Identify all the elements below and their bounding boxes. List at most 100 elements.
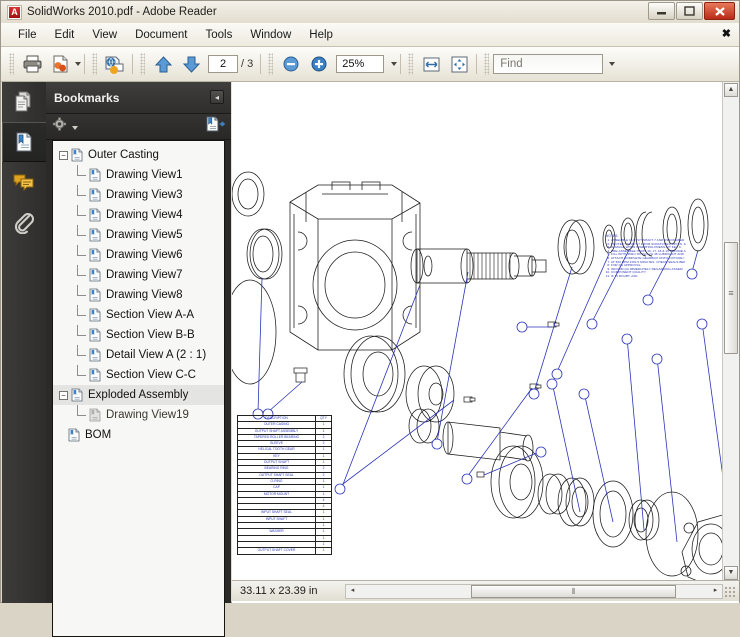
toolbar-separator: [476, 54, 478, 74]
tree-expander-toggle[interactable]: −: [59, 390, 68, 400]
scroll-left-arrow[interactable]: ◂: [346, 585, 359, 598]
bookmark-item-label: BOM: [85, 429, 112, 441]
title-bar: SolidWorks 2010.pdf - Adobe Reader: [1, 1, 739, 23]
toolbar-separator: [132, 54, 133, 74]
email-dropdown-caret[interactable]: [75, 62, 81, 66]
scroll-up-arrow[interactable]: ▲: [724, 83, 738, 97]
bom-row: OUTPUT SHAFT COVER 1: [237, 547, 332, 555]
scroll-down-arrow[interactable]: ▼: [724, 566, 738, 580]
arrow-down-icon[interactable]: [177, 51, 205, 77]
tree-connector-line: [77, 185, 89, 205]
menu-document[interactable]: Document: [126, 26, 196, 44]
bookmark-item[interactable]: Detail View A (2 : 1): [53, 345, 224, 365]
minimize-button[interactable]: [648, 2, 675, 20]
bookmark-item[interactable]: Drawing View19: [53, 405, 224, 425]
bookmark-item[interactable]: Drawing View4: [53, 205, 224, 225]
menu-help[interactable]: Help: [300, 26, 342, 44]
bookmark-item[interactable]: BOM: [53, 425, 224, 445]
bookmarks-tree[interactable]: − Outer Casting Drawing View1 Drawing View3…: [52, 140, 225, 637]
toolbar-grip[interactable]: [140, 53, 145, 75]
status-bar: 33.11 x 23.39 in ◂ ⦀ ▸: [232, 580, 739, 601]
bookmark-item[interactable]: − Exploded Assembly: [53, 385, 224, 405]
maximize-button[interactable]: [676, 2, 703, 20]
menu-tools[interactable]: Tools: [197, 26, 242, 44]
close-button[interactable]: [704, 2, 735, 20]
menu-window[interactable]: Window: [241, 26, 300, 44]
vertical-scroll-thumb[interactable]: [724, 242, 738, 354]
bookmarks-panel-icon[interactable]: [2, 122, 46, 162]
arrow-up-icon[interactable]: [149, 51, 177, 77]
close-document-button[interactable]: ✖: [722, 27, 731, 40]
bom-body: OUTER CASING 1 OUTPUT SHAFT ASSEMBLY 1 TAPER…: [237, 421, 332, 555]
bookmark-item-label: Outer Casting: [88, 149, 159, 161]
pages-panel-icon[interactable]: [2, 82, 46, 122]
bookmark-page-icon: [89, 228, 102, 242]
page-number-input[interactable]: 2: [208, 55, 238, 73]
bookmark-item[interactable]: Section View B-B: [53, 325, 224, 345]
fit-width-icon[interactable]: [417, 51, 445, 77]
document-vertical-scrollbar[interactable]: ▲ ▼: [722, 82, 739, 581]
bookmark-page-icon: [71, 148, 84, 162]
scroll-right-arrow[interactable]: ▸: [709, 585, 722, 598]
zoom-dropdown-caret[interactable]: [391, 62, 398, 66]
comments-panel-icon[interactable]: [2, 162, 46, 202]
bookmark-item-label: Drawing View8: [106, 289, 183, 301]
collapse-panel-button[interactable]: ◂: [210, 90, 224, 104]
fit-page-icon[interactable]: [445, 51, 473, 77]
horizontal-scroll-thumb[interactable]: ⦀: [471, 584, 676, 598]
zoom-in-icon[interactable]: [305, 51, 333, 77]
tree-connector-line: [77, 225, 89, 245]
zoom-level-input[interactable]: 25%: [336, 55, 385, 73]
tree-connector-line: [77, 245, 89, 265]
find-dropdown-caret[interactable]: [609, 62, 616, 66]
toolbar-separator: [260, 54, 262, 74]
bom-qty-cell: 1: [315, 547, 332, 555]
bookmark-item[interactable]: Drawing View7: [53, 265, 224, 285]
bookmark-page-icon: [89, 188, 102, 202]
tree-connector-line: [77, 325, 89, 345]
bookmark-item[interactable]: Drawing View6: [53, 245, 224, 265]
bookmark-item-label: Drawing View5: [106, 229, 183, 241]
bookmark-item[interactable]: Section View C-C: [53, 365, 224, 385]
bookmark-item[interactable]: Drawing View3: [53, 185, 224, 205]
bookmarks-toolbar: [46, 114, 231, 140]
bookmark-item[interactable]: − Outer Casting: [53, 145, 224, 165]
bookmarks-panel-header: Bookmarks ◂: [46, 82, 231, 114]
toolbar-grip[interactable]: [268, 53, 274, 75]
attachments-panel-icon[interactable]: [2, 202, 46, 242]
drawing-notes: NOTES: ASSEMBLE OUTPUT SHAFT 7 AND ASSOC…: [606, 234, 708, 279]
window-resize-grip[interactable]: [724, 586, 737, 599]
document-view[interactable]: NOTES: ASSEMBLE OUTPUT SHAFT 7 AND ASSOC…: [232, 82, 739, 603]
gear-icon[interactable]: [52, 116, 69, 138]
toolbar-grip[interactable]: [92, 53, 97, 75]
document-horizontal-scrollbar[interactable]: ◂ ⦀ ▸: [345, 583, 723, 599]
window-controls: [648, 2, 735, 20]
toolbar-grip[interactable]: [9, 53, 14, 75]
menu-view[interactable]: View: [83, 26, 126, 44]
window-title: SolidWorks 2010.pdf - Adobe Reader: [27, 6, 217, 18]
bookmark-page-icon: [71, 388, 84, 402]
panel-title: Bookmarks: [54, 90, 120, 105]
bookmark-item[interactable]: Drawing View5: [53, 225, 224, 245]
toolbar-separator: [84, 54, 85, 74]
new-bookmark-icon[interactable]: [205, 115, 226, 138]
bookmark-item[interactable]: Drawing View8: [53, 285, 224, 305]
bookmark-item-label: Exploded Assembly: [88, 389, 189, 401]
menu-file[interactable]: File: [9, 26, 46, 44]
bookmark-item[interactable]: Section View A-A: [53, 305, 224, 325]
tree-expander-toggle[interactable]: −: [59, 150, 68, 160]
zoom-out-icon[interactable]: [277, 51, 305, 77]
toolbar-grip[interactable]: [408, 53, 414, 75]
toolbar-grip[interactable]: [484, 53, 490, 75]
tree-connector-line: [77, 205, 89, 225]
menu-edit[interactable]: Edit: [46, 26, 84, 44]
tree-connector-line: [77, 365, 89, 385]
create-pdf-icon[interactable]: [101, 51, 129, 77]
menu-bar: File Edit View Document Tools Window Hel…: [1, 23, 739, 47]
bookmark-options-caret[interactable]: [72, 126, 78, 130]
print-icon[interactable]: [18, 51, 46, 77]
bill-of-materials-table: DESCRIPTION QTY OUTER CASING 1 OUTPUT SHAF…: [237, 414, 332, 555]
email-attach-icon[interactable]: [46, 51, 74, 77]
find-input[interactable]: Find: [493, 54, 604, 74]
bookmark-item[interactable]: Drawing View1: [53, 165, 224, 185]
